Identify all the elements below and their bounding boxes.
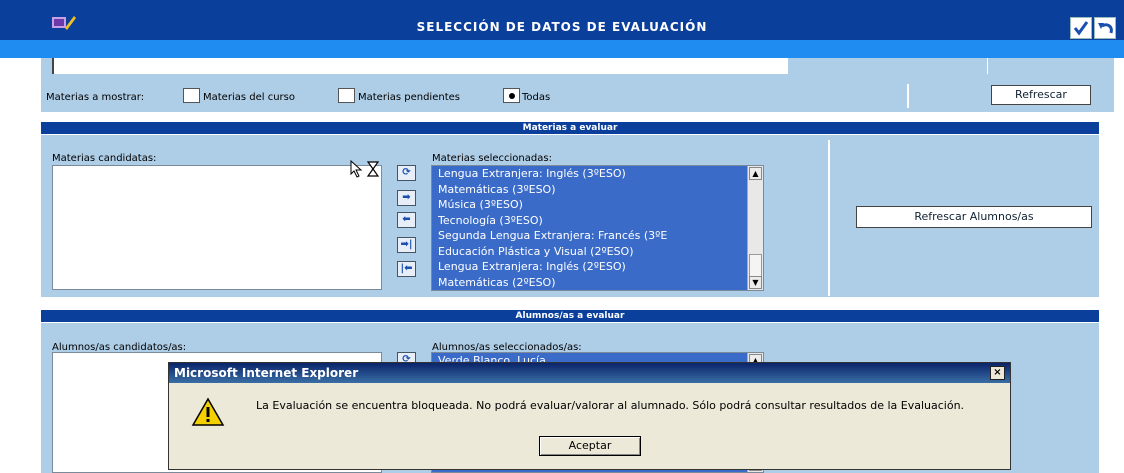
page-title: SELECCIÓN DE DATOS DE EVALUACIÓN xyxy=(416,20,708,34)
radio-materias-curso-label: Materias del curso xyxy=(203,92,295,103)
list-item[interactable]: Matemáticas (2ºESO) xyxy=(432,275,743,291)
dialog-ok-button[interactable]: Aceptar xyxy=(539,436,641,456)
arrow-left-bar-icon: |⬅ xyxy=(400,263,413,274)
scroll-down-icon[interactable]: ▼ xyxy=(749,276,762,289)
materias-seleccionadas-label: Materias seleccionadas: xyxy=(432,153,552,164)
move-left-button[interactable]: ⬅ xyxy=(397,212,416,228)
list-item[interactable]: Segunda Lengua Extranjera: Francés (3ºE xyxy=(432,228,743,244)
materias-candidatas-list[interactable] xyxy=(52,165,382,290)
radio-todas-label: Todas xyxy=(522,92,551,103)
refresh-students-button[interactable]: Refrescar Alumnos/as xyxy=(856,206,1092,228)
list-item[interactable]: Tecnología (3ºESO) xyxy=(432,213,743,229)
alert-dialog: Microsoft Internet Explorer × La Evaluac… xyxy=(168,362,1011,470)
materias-scrollbar[interactable]: ▲ ▼ xyxy=(747,166,763,290)
refresh-list-icon: ⟳ xyxy=(402,167,411,178)
scroll-thumb[interactable] xyxy=(749,254,762,278)
course-field[interactable] xyxy=(52,58,787,74)
radio-todas[interactable] xyxy=(503,88,520,103)
arrow-right-icon: ➡ xyxy=(402,192,411,203)
list-item[interactable]: Música (3ºESO) xyxy=(432,197,743,213)
dialog-close-button[interactable]: × xyxy=(990,366,1005,380)
move-all-right-button[interactable]: ➡| xyxy=(397,237,416,253)
title-bar: SELECCIÓN DE DATOS DE EVALUACIÓN xyxy=(0,0,1124,58)
materias-candidatas-label: Materias candidatas: xyxy=(52,153,157,164)
arrow-left-icon: ⬅ xyxy=(402,214,411,225)
arrow-right-bar-icon: ➡| xyxy=(400,239,413,250)
refresh-button[interactable]: Refrescar xyxy=(991,85,1091,105)
list-item[interactable]: Lengua Extranjera: Inglés (2ºESO) xyxy=(432,259,743,275)
subtitle-bar xyxy=(0,40,1124,58)
list-item[interactable]: Lengua Extranjera: Inglés (3ºESO) xyxy=(432,166,743,182)
accept-check-icon xyxy=(1073,21,1089,36)
radio-materias-pendientes-label: Materias pendientes xyxy=(358,92,460,103)
materias-seleccionadas-list[interactable]: Lengua Extranjera: Inglés (3ºESO) Matemát… xyxy=(431,165,764,291)
dialog-title: Microsoft Internet Explorer xyxy=(169,363,1010,383)
warning-icon xyxy=(191,397,225,426)
radio-materias-pendientes[interactable] xyxy=(338,88,355,103)
alumnos-section-header: Alumnos/as a evaluar xyxy=(41,310,1099,322)
list-item[interactable]: Matemáticas (3ºESO) xyxy=(432,182,743,198)
move-all-left-button[interactable]: |⬅ xyxy=(397,261,416,277)
accept-check-button[interactable] xyxy=(1070,17,1092,39)
busy-cursor-icon xyxy=(350,160,380,178)
dialog-message: La Evaluación se encuentra bloqueada. No… xyxy=(256,399,965,412)
move-right-button[interactable]: ➡ xyxy=(397,190,416,206)
undo-button[interactable] xyxy=(1094,17,1116,39)
materias-section-header: Materias a evaluar xyxy=(41,122,1099,134)
scroll-up-icon[interactable]: ▲ xyxy=(749,167,762,180)
undo-icon xyxy=(1098,23,1113,34)
filter-label: Materias a mostrar: xyxy=(46,92,145,103)
list-item[interactable]: Educación Plástica y Visual (2ºESO) xyxy=(432,244,743,260)
refresh-list-button[interactable]: ⟳ xyxy=(397,165,416,181)
radio-materias-curso[interactable] xyxy=(183,88,200,103)
